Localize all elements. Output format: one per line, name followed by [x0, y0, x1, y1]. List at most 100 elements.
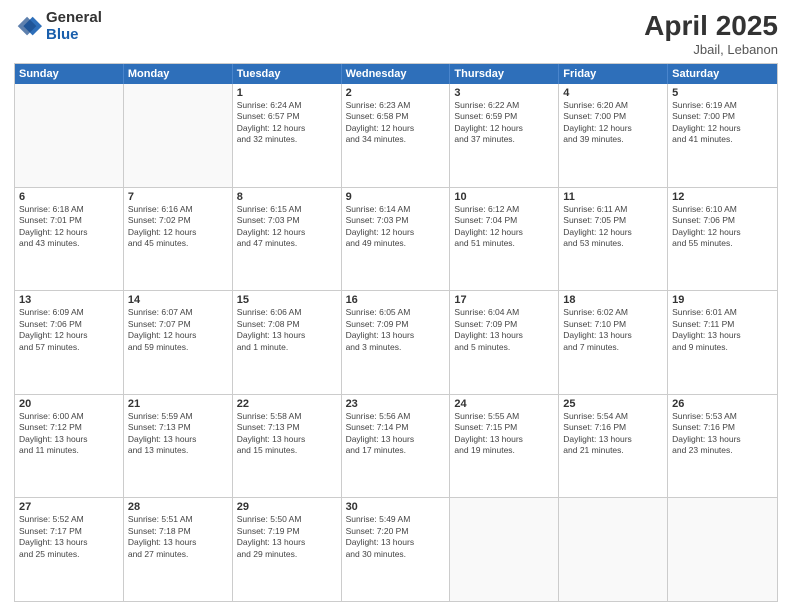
day-number: 2	[346, 87, 446, 99]
day-number: 29	[237, 501, 337, 513]
cell-info: Sunrise: 6:23 AMSunset: 6:58 PMDaylight:…	[346, 100, 446, 146]
calendar-cell	[450, 498, 559, 601]
logo-blue: Blue	[46, 27, 102, 44]
cal-header-cell: Friday	[559, 64, 668, 84]
day-number: 3	[454, 87, 554, 99]
calendar-cell	[668, 498, 777, 601]
day-number: 8	[237, 191, 337, 203]
day-number: 6	[19, 191, 119, 203]
day-number: 20	[19, 398, 119, 410]
calendar-cell: 23Sunrise: 5:56 AMSunset: 7:14 PMDayligh…	[342, 395, 451, 498]
cell-info: Sunrise: 6:10 AMSunset: 7:06 PMDaylight:…	[672, 204, 773, 250]
calendar-cell: 11Sunrise: 6:11 AMSunset: 7:05 PMDayligh…	[559, 188, 668, 291]
calendar-cell: 16Sunrise: 6:05 AMSunset: 7:09 PMDayligh…	[342, 291, 451, 394]
day-number: 22	[237, 398, 337, 410]
day-number: 4	[563, 87, 663, 99]
cell-info: Sunrise: 6:18 AMSunset: 7:01 PMDaylight:…	[19, 204, 119, 250]
calendar-cell: 30Sunrise: 5:49 AMSunset: 7:20 PMDayligh…	[342, 498, 451, 601]
calendar-cell: 6Sunrise: 6:18 AMSunset: 7:01 PMDaylight…	[15, 188, 124, 291]
calendar-cell: 14Sunrise: 6:07 AMSunset: 7:07 PMDayligh…	[124, 291, 233, 394]
cal-header-cell: Thursday	[450, 64, 559, 84]
logo-general: General	[46, 10, 102, 27]
month-year-title: April 2025	[644, 10, 778, 42]
day-number: 24	[454, 398, 554, 410]
cell-info: Sunrise: 5:55 AMSunset: 7:15 PMDaylight:…	[454, 411, 554, 457]
page: General Blue April 2025 Jbail, Lebanon S…	[0, 0, 792, 612]
calendar-cell: 21Sunrise: 5:59 AMSunset: 7:13 PMDayligh…	[124, 395, 233, 498]
cal-header-cell: Sunday	[15, 64, 124, 84]
cell-info: Sunrise: 5:50 AMSunset: 7:19 PMDaylight:…	[237, 514, 337, 560]
calendar-header-row: SundayMondayTuesdayWednesdayThursdayFrid…	[15, 64, 777, 84]
calendar: SundayMondayTuesdayWednesdayThursdayFrid…	[14, 63, 778, 602]
day-number: 14	[128, 294, 228, 306]
day-number: 1	[237, 87, 337, 99]
calendar-week: 13Sunrise: 6:09 AMSunset: 7:06 PMDayligh…	[15, 291, 777, 395]
day-number: 11	[563, 191, 663, 203]
calendar-week: 20Sunrise: 6:00 AMSunset: 7:12 PMDayligh…	[15, 395, 777, 499]
calendar-cell	[559, 498, 668, 601]
cell-info: Sunrise: 6:05 AMSunset: 7:09 PMDaylight:…	[346, 307, 446, 353]
day-number: 13	[19, 294, 119, 306]
day-number: 30	[346, 501, 446, 513]
calendar-cell: 5Sunrise: 6:19 AMSunset: 7:00 PMDaylight…	[668, 84, 777, 187]
cell-info: Sunrise: 6:20 AMSunset: 7:00 PMDaylight:…	[563, 100, 663, 146]
day-number: 10	[454, 191, 554, 203]
cell-info: Sunrise: 5:52 AMSunset: 7:17 PMDaylight:…	[19, 514, 119, 560]
cell-info: Sunrise: 6:11 AMSunset: 7:05 PMDaylight:…	[563, 204, 663, 250]
cell-info: Sunrise: 5:56 AMSunset: 7:14 PMDaylight:…	[346, 411, 446, 457]
calendar-cell: 12Sunrise: 6:10 AMSunset: 7:06 PMDayligh…	[668, 188, 777, 291]
calendar-cell: 4Sunrise: 6:20 AMSunset: 7:00 PMDaylight…	[559, 84, 668, 187]
day-number: 16	[346, 294, 446, 306]
calendar-cell: 10Sunrise: 6:12 AMSunset: 7:04 PMDayligh…	[450, 188, 559, 291]
calendar-cell: 8Sunrise: 6:15 AMSunset: 7:03 PMDaylight…	[233, 188, 342, 291]
cell-info: Sunrise: 5:49 AMSunset: 7:20 PMDaylight:…	[346, 514, 446, 560]
calendar-cell: 25Sunrise: 5:54 AMSunset: 7:16 PMDayligh…	[559, 395, 668, 498]
cell-info: Sunrise: 6:07 AMSunset: 7:07 PMDaylight:…	[128, 307, 228, 353]
cell-info: Sunrise: 6:22 AMSunset: 6:59 PMDaylight:…	[454, 100, 554, 146]
logo-text: General Blue	[46, 10, 102, 43]
calendar-cell: 3Sunrise: 6:22 AMSunset: 6:59 PMDaylight…	[450, 84, 559, 187]
calendar-cell: 13Sunrise: 6:09 AMSunset: 7:06 PMDayligh…	[15, 291, 124, 394]
cell-info: Sunrise: 5:53 AMSunset: 7:16 PMDaylight:…	[672, 411, 773, 457]
cell-info: Sunrise: 6:00 AMSunset: 7:12 PMDaylight:…	[19, 411, 119, 457]
calendar-cell: 27Sunrise: 5:52 AMSunset: 7:17 PMDayligh…	[15, 498, 124, 601]
cell-info: Sunrise: 6:02 AMSunset: 7:10 PMDaylight:…	[563, 307, 663, 353]
cell-info: Sunrise: 6:06 AMSunset: 7:08 PMDaylight:…	[237, 307, 337, 353]
calendar-week: 6Sunrise: 6:18 AMSunset: 7:01 PMDaylight…	[15, 188, 777, 292]
calendar-cell: 7Sunrise: 6:16 AMSunset: 7:02 PMDaylight…	[124, 188, 233, 291]
cell-info: Sunrise: 6:04 AMSunset: 7:09 PMDaylight:…	[454, 307, 554, 353]
day-number: 28	[128, 501, 228, 513]
cell-info: Sunrise: 6:24 AMSunset: 6:57 PMDaylight:…	[237, 100, 337, 146]
cal-header-cell: Tuesday	[233, 64, 342, 84]
cell-info: Sunrise: 6:12 AMSunset: 7:04 PMDaylight:…	[454, 204, 554, 250]
calendar-cell	[15, 84, 124, 187]
cal-header-cell: Wednesday	[342, 64, 451, 84]
cell-info: Sunrise: 6:15 AMSunset: 7:03 PMDaylight:…	[237, 204, 337, 250]
day-number: 26	[672, 398, 773, 410]
day-number: 17	[454, 294, 554, 306]
header: General Blue April 2025 Jbail, Lebanon	[14, 10, 778, 57]
calendar-cell	[124, 84, 233, 187]
cell-info: Sunrise: 5:51 AMSunset: 7:18 PMDaylight:…	[128, 514, 228, 560]
day-number: 12	[672, 191, 773, 203]
calendar-cell: 9Sunrise: 6:14 AMSunset: 7:03 PMDaylight…	[342, 188, 451, 291]
calendar-cell: 29Sunrise: 5:50 AMSunset: 7:19 PMDayligh…	[233, 498, 342, 601]
calendar-week: 1Sunrise: 6:24 AMSunset: 6:57 PMDaylight…	[15, 84, 777, 188]
calendar-cell: 20Sunrise: 6:00 AMSunset: 7:12 PMDayligh…	[15, 395, 124, 498]
cal-header-cell: Monday	[124, 64, 233, 84]
calendar-cell: 24Sunrise: 5:55 AMSunset: 7:15 PMDayligh…	[450, 395, 559, 498]
day-number: 19	[672, 294, 773, 306]
calendar-cell: 17Sunrise: 6:04 AMSunset: 7:09 PMDayligh…	[450, 291, 559, 394]
day-number: 9	[346, 191, 446, 203]
logo: General Blue	[14, 10, 102, 43]
cell-info: Sunrise: 6:09 AMSunset: 7:06 PMDaylight:…	[19, 307, 119, 353]
cell-info: Sunrise: 6:16 AMSunset: 7:02 PMDaylight:…	[128, 204, 228, 250]
calendar-cell: 19Sunrise: 6:01 AMSunset: 7:11 PMDayligh…	[668, 291, 777, 394]
cell-info: Sunrise: 6:14 AMSunset: 7:03 PMDaylight:…	[346, 204, 446, 250]
cell-info: Sunrise: 5:59 AMSunset: 7:13 PMDaylight:…	[128, 411, 228, 457]
calendar-body: 1Sunrise: 6:24 AMSunset: 6:57 PMDaylight…	[15, 84, 777, 601]
day-number: 7	[128, 191, 228, 203]
cal-header-cell: Saturday	[668, 64, 777, 84]
day-number: 21	[128, 398, 228, 410]
day-number: 27	[19, 501, 119, 513]
